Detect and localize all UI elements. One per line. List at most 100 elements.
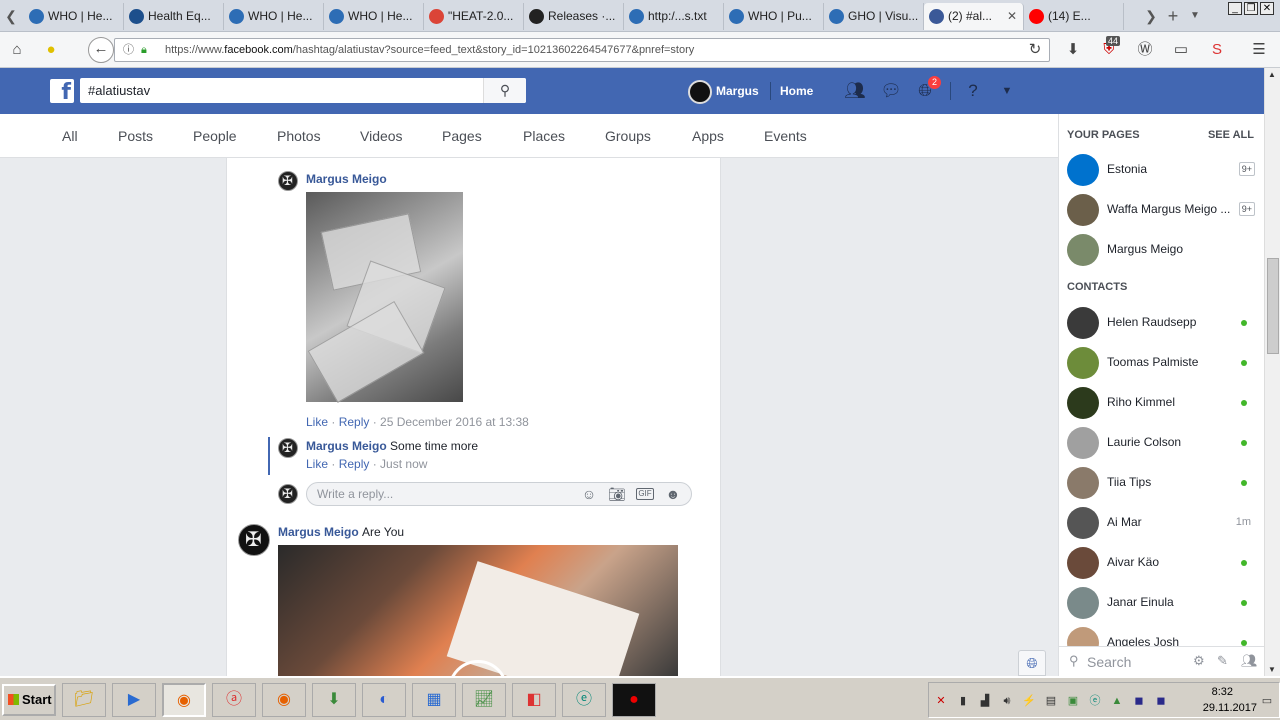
browser-tab[interactable]: WHO | He... <box>324 3 424 30</box>
filter-tab-pages[interactable]: Pages <box>442 114 482 158</box>
browser-tab[interactable]: WHO | He... <box>24 3 124 30</box>
minimize-button[interactable]: _ <box>1228 2 1242 15</box>
tab-list-dropdown-icon[interactable]: ▼ <box>1186 6 1204 26</box>
browser-tab[interactable]: WHO | He... <box>224 3 324 30</box>
chat-search-input[interactable]: Search <box>1087 654 1131 670</box>
page-item[interactable]: Waffa Margus Meigo ... 9+ <box>1067 193 1257 227</box>
like-link[interactable]: Like <box>306 415 328 429</box>
page-scrollbar[interactable]: ▲ ▼ <box>1264 68 1280 676</box>
tray-signal-icon[interactable]: ▟ <box>977 693 993 709</box>
contact-item[interactable]: Riho Kimmel <box>1067 386 1257 420</box>
tray-network-icon[interactable]: ✕ <box>933 693 949 709</box>
skype-icon[interactable]: S <box>1206 39 1228 61</box>
show-desktop-icon[interactable]: ▭ <box>1259 693 1275 709</box>
tray-lav-icon[interactable]: ◼ <box>1131 693 1147 709</box>
like-link[interactable]: Like <box>306 457 328 471</box>
emoji-icon[interactable]: ☺ <box>580 485 598 503</box>
explorer-icon[interactable]: 📁︎ <box>62 683 106 717</box>
home-icon[interactable]: ⌂ <box>6 39 28 61</box>
tray-volume-icon[interactable]: 🔊︎ <box>999 693 1015 709</box>
browser-tab[interactable]: http:/...s.txt <box>624 3 724 30</box>
firefox-icon[interactable]: ◉ <box>262 683 306 717</box>
filter-tab-events[interactable]: Events <box>764 114 807 158</box>
contact-item[interactable]: Ai Mar 1m <box>1067 506 1257 540</box>
recorder-icon[interactable]: ● <box>612 683 656 717</box>
account-dropdown-icon[interactable]: ▼ <box>996 80 1018 102</box>
reply-link[interactable]: Reply <box>339 457 370 471</box>
browser-tab[interactable]: (2) #al... ✕ <box>924 3 1024 30</box>
browser-tab[interactable]: WHO | Pu... <box>724 3 824 30</box>
url-bar[interactable]: ⓘ 🔒︎ https://www.facebook.com/hashtag/al… <box>114 38 1050 62</box>
contact-item[interactable]: Janar Einula <box>1067 586 1257 620</box>
tabs-scroll-right-icon[interactable]: ❯ <box>1142 6 1160 26</box>
control-panel-icon[interactable]: ▦ <box>412 683 456 717</box>
page-item[interactable]: Margus Meigo <box>1067 233 1257 267</box>
eset-icon[interactable]: ⓔ <box>562 683 606 717</box>
scroll-up-icon[interactable]: ▲ <box>1268 70 1276 79</box>
filter-tab-people[interactable]: People <box>193 114 237 158</box>
filter-tab-photos[interactable]: Photos <box>277 114 321 158</box>
facebook-logo[interactable]: f <box>50 79 74 105</box>
profile-avatar[interactable] <box>688 80 712 104</box>
tray-power-icon[interactable]: ⚡ <box>1021 693 1037 709</box>
comment-timestamp[interactable]: 25 December 2016 at 13:38 <box>380 415 529 429</box>
profile-link[interactable]: Margus <box>716 68 759 114</box>
contact-item[interactable]: Toomas Palmiste <box>1067 346 1257 380</box>
browser-tab[interactable]: Health Eq... <box>124 3 224 30</box>
search-input[interactable]: #alatiustav <box>80 78 526 103</box>
sticker-icon[interactable]: ☻ <box>664 485 682 503</box>
filter-tab-posts[interactable]: Posts <box>118 114 153 158</box>
scroll-down-icon[interactable]: ▼ <box>1268 665 1276 674</box>
menu-icon[interactable]: ☰ <box>1248 39 1270 61</box>
home-link[interactable]: Home <box>780 68 813 114</box>
contact-item[interactable]: Tiia Tips <box>1067 466 1257 500</box>
browser-tab[interactable]: (14) E... <box>1024 3 1124 30</box>
search-button[interactable]: ⚲ <box>483 78 526 103</box>
notifications-icon[interactable]: 🌐︎ 2 <box>914 75 942 102</box>
post-author[interactable]: Margus Meigo <box>278 525 359 539</box>
post-author-avatar[interactable] <box>238 524 270 556</box>
tray-eset-icon[interactable]: ⓔ <box>1087 693 1103 709</box>
extension-icon[interactable]: Ⓦ <box>1134 39 1156 61</box>
friend-requests-icon[interactable]: 👥︎ <box>844 80 866 102</box>
comment-author[interactable]: Margus Meigo <box>306 172 387 186</box>
paint-icon[interactable]: ◧ <box>512 683 556 717</box>
tray-app-icon[interactable]: ▣ <box>1065 693 1081 709</box>
gif-icon[interactable]: GIF <box>636 488 654 500</box>
start-button[interactable]: Start <box>2 684 56 716</box>
reload-icon[interactable]: ↻ <box>1024 39 1046 61</box>
tray-lav-icon[interactable]: ◼ <box>1153 693 1169 709</box>
see-all-link[interactable]: SEE ALL <box>1208 129 1254 141</box>
browser-tab[interactable]: Releases ·... <box>524 3 624 30</box>
close-window-button[interactable]: ✕ <box>1260 2 1274 15</box>
firefox-active-icon[interactable]: ◉ <box>162 683 206 717</box>
post-photo[interactable] <box>278 545 678 676</box>
addon-icon[interactable]: ● <box>40 39 62 61</box>
new-tab-button[interactable]: + <box>1164 6 1182 26</box>
language-globe-icon[interactable]: 🌐︎ <box>1018 650 1046 676</box>
page-item[interactable]: Estonia 9+ <box>1067 153 1257 187</box>
reply-author[interactable]: Margus Meigo <box>306 439 387 453</box>
download-icon[interactable]: ⬇ <box>1062 39 1084 61</box>
media-player-icon[interactable]: ▶ <box>112 683 156 717</box>
camera-icon[interactable]: 📷︎ <box>608 485 626 503</box>
messenger-icon[interactable]: 💬︎ <box>880 80 902 102</box>
tabs-scroll-left-icon[interactable]: ❮ <box>2 6 20 26</box>
reply-link[interactable]: Reply <box>339 415 370 429</box>
scroll-thumb[interactable] <box>1267 258 1279 354</box>
contact-item[interactable]: Helen Raudsepp <box>1067 306 1257 340</box>
downloader-icon[interactable]: ⬇ <box>312 683 356 717</box>
filter-tab-places[interactable]: Places <box>523 114 565 158</box>
browser-tab[interactable]: "HEAT-2.0... <box>424 3 524 30</box>
browser-icon[interactable]: ◐ <box>362 683 406 717</box>
tray-app-icon[interactable]: ▤ <box>1043 693 1059 709</box>
comment-avatar[interactable] <box>278 171 298 191</box>
reply-avatar[interactable] <box>278 438 298 458</box>
filter-tab-groups[interactable]: Groups <box>605 114 651 158</box>
opera-icon[interactable]: ⓐ <box>212 683 256 717</box>
back-button[interactable]: ← <box>88 37 114 63</box>
group-chat-icon[interactable]: 👥︎ <box>1241 653 1258 669</box>
sidebar-icon[interactable]: ▭ <box>1170 39 1192 61</box>
reply-input[interactable]: Write a reply... <box>306 482 692 506</box>
browser-tab[interactable]: GHO | Visu... <box>824 3 924 30</box>
